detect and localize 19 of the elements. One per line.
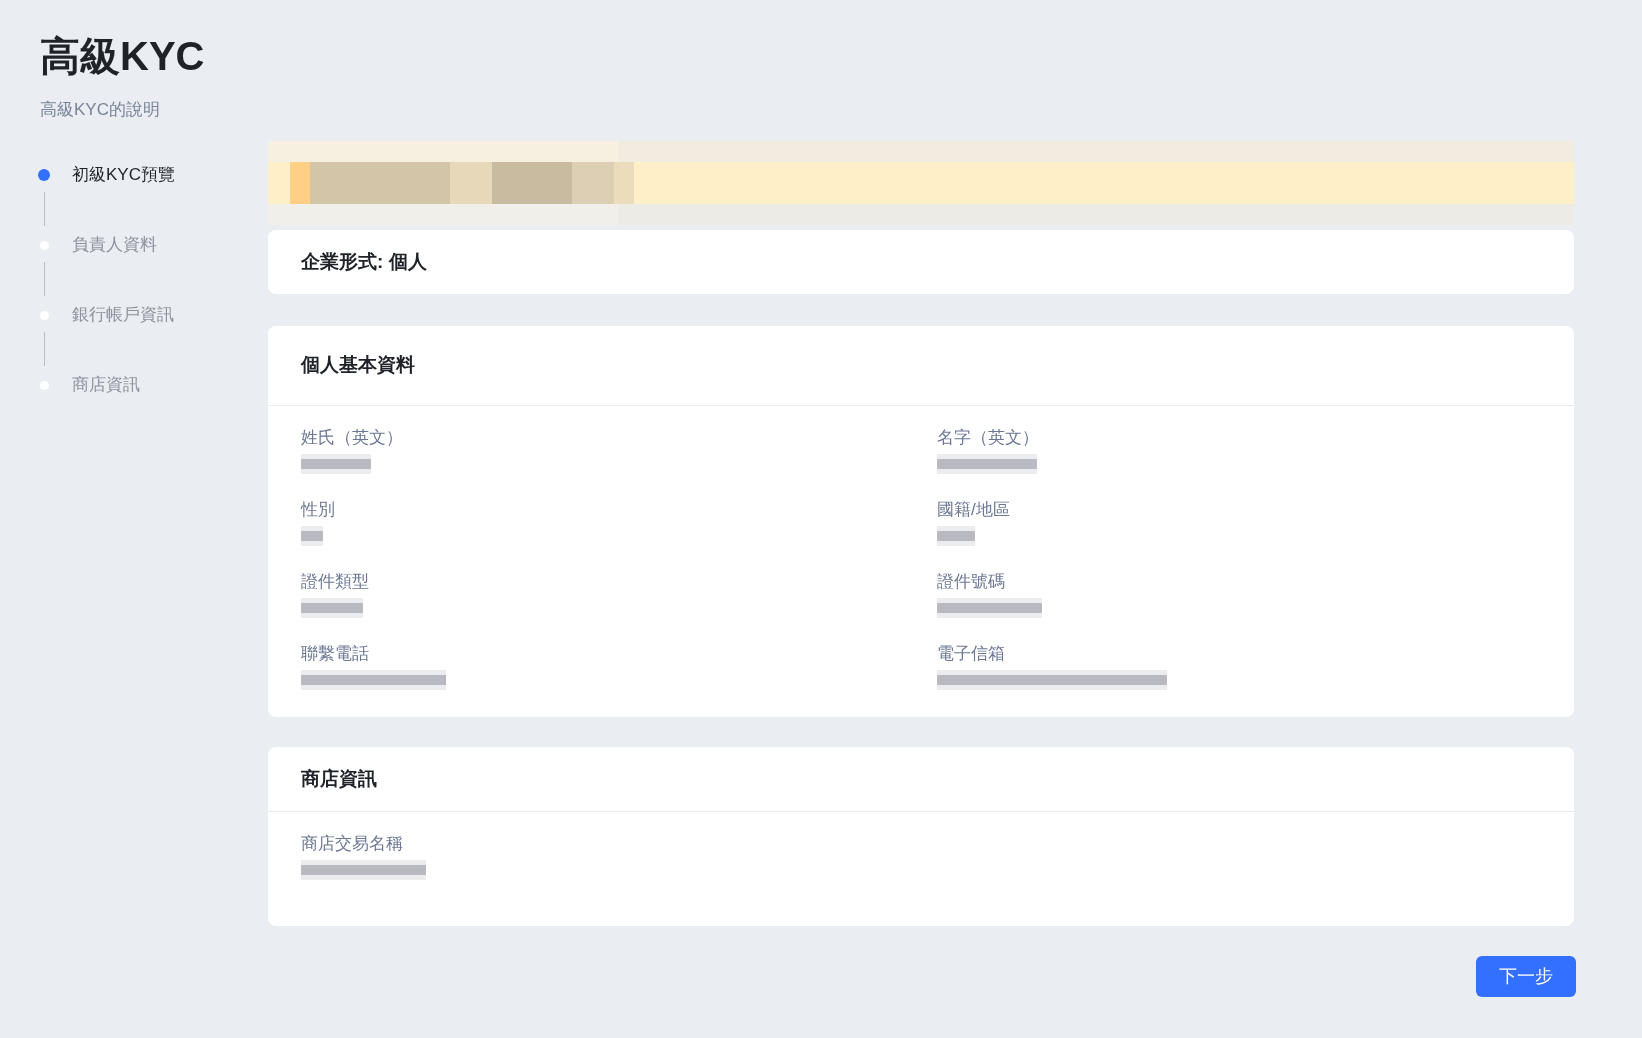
field-label: 聯繫電話 [301,643,369,665]
field-label: 電子信箱 [937,643,1005,665]
step-label[interactable]: 商店資訊 [72,373,140,397]
field-label: 性別 [301,499,335,521]
field-label: 姓氏（英文） [301,427,403,449]
section-title: 商店資訊 [301,766,377,791]
field-label: 證件號碼 [937,571,1005,593]
section-title: 個人基本資料 [301,353,415,378]
next-button[interactable]: 下一步 [1476,956,1576,997]
field-label: 證件類型 [301,571,369,593]
field-label: 國籍/地區 [937,499,1010,521]
page-title: 高級KYC [40,33,205,80]
company-type-text: 企業形式: 個人 [301,249,427,274]
step-label[interactable]: 銀行帳戶資訊 [72,303,174,327]
field-label: 名字（英文） [937,427,1039,449]
field-label: 商店交易名稱 [301,833,403,855]
page-description: 高級KYC的說明 [40,99,160,121]
step-label[interactable]: 初級KYC預覽 [72,163,175,187]
step-label[interactable]: 負責人資料 [72,233,157,257]
